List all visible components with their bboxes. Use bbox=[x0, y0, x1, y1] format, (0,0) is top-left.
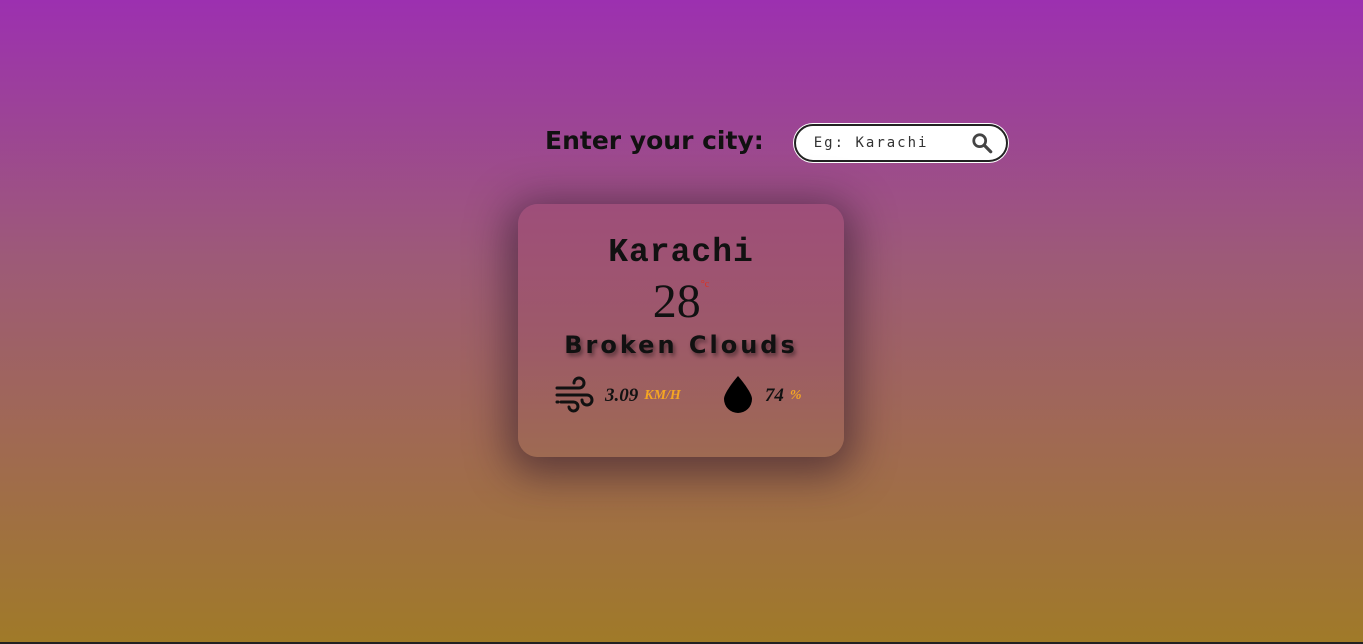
city-name: Karachi bbox=[608, 234, 754, 271]
wind-stat: 3.09 KM/H bbox=[555, 375, 681, 417]
wind-icon bbox=[555, 375, 595, 417]
search-icon[interactable] bbox=[970, 131, 994, 155]
city-search-input[interactable] bbox=[811, 134, 966, 152]
temperature-display: 28°c bbox=[518, 278, 844, 326]
weather-condition: Broken Clouds bbox=[564, 331, 798, 359]
wind-speed-unit: KM/H bbox=[644, 388, 681, 403]
temperature-value: 28 bbox=[652, 275, 701, 328]
search-label: Enter your city: bbox=[545, 125, 764, 155]
humidity-unit: % bbox=[789, 388, 802, 403]
humidity-stat: 74 % bbox=[721, 374, 802, 418]
wind-speed-value: 3.09 bbox=[605, 385, 639, 406]
water-drop-icon bbox=[721, 374, 755, 418]
search-row: Enter your city: bbox=[545, 124, 1008, 162]
search-box[interactable] bbox=[793, 124, 1008, 162]
weather-stats: 3.09 KM/H 74 % bbox=[518, 374, 844, 418]
humidity-value: 74 bbox=[764, 385, 784, 406]
weather-card: Karachi 28°c Broken Clouds 3.09 KM/H 74 … bbox=[518, 204, 844, 457]
temperature-unit: °c bbox=[700, 279, 710, 290]
